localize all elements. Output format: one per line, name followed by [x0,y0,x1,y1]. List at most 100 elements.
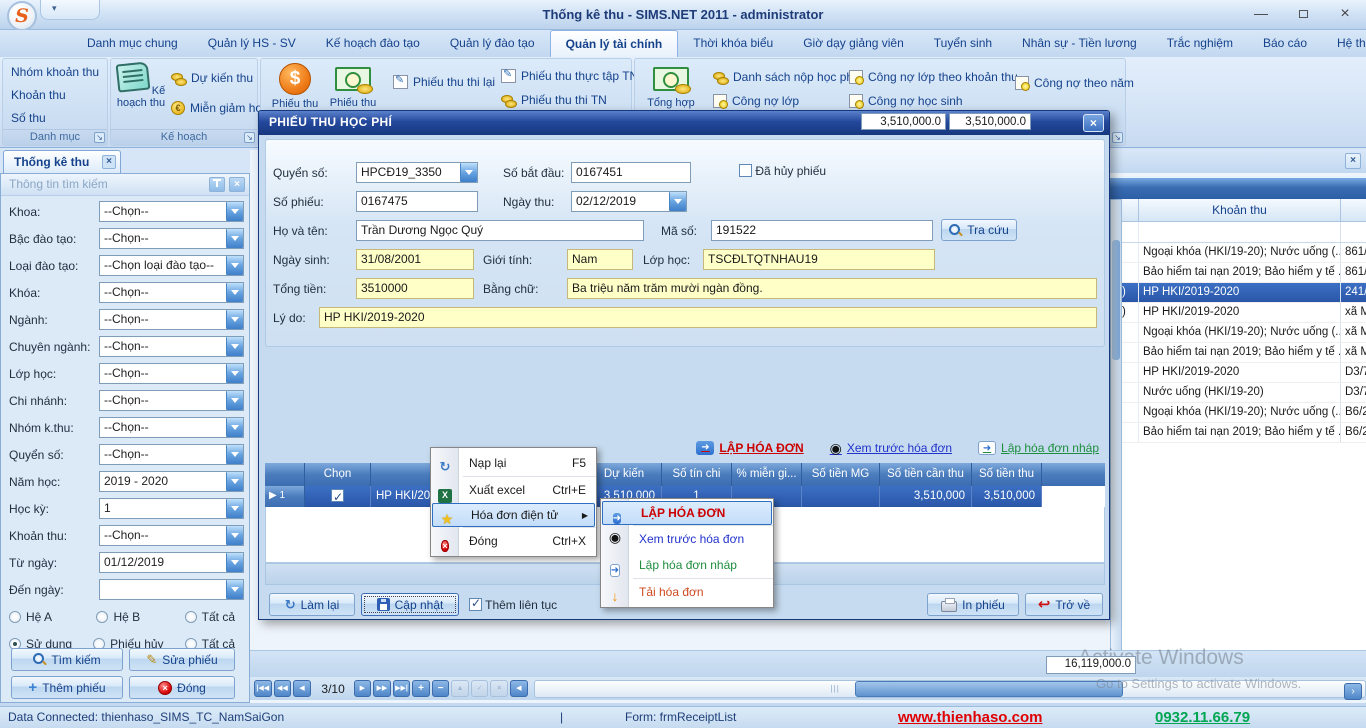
edit-row-icon[interactable]: ▲ [451,680,469,697]
tab-gio-day-giang-vien[interactable]: Giờ dạy giảng viên [788,30,919,57]
tab-danh-muc-chung[interactable]: Danh mục chung [72,30,193,57]
radio-tat-ca-1[interactable]: Tất cả [185,610,235,624]
chuyen-nganh-select[interactable]: --Chọn-- [99,336,244,357]
chevron-down-icon[interactable] [226,418,243,437]
tab-he-thong[interactable]: Hệ thống [1322,30,1366,57]
nhom-kthu-select[interactable]: --Chọn-- [99,417,244,438]
ribbon-item-so-thu[interactable]: Số thu [11,111,46,125]
tab-thong-ke-thu[interactable]: Thống kê thu × [3,150,121,173]
column-header-so-tien-thu[interactable]: Số tiền thu [972,463,1042,486]
tim-kiem-button[interactable]: Tìm kiếm [11,648,123,671]
dong-button[interactable]: ×Đóng [129,676,235,699]
table-row[interactable]: Bảo hiểm tai nạn 2019; Bảo hiểm y tế ...… [1122,343,1366,363]
chevron-down-icon[interactable] [226,526,243,545]
next-group-icon[interactable]: ▶▶ [373,680,391,697]
khoan-thu-select[interactable]: --Chọn-- [99,525,244,546]
lap-hoa-don-nhap-link[interactable]: ➜Lập hóa đơn nháp [978,441,1099,455]
table-row[interactable]: Ngoại khóa (HKI/19-20); Nước uống (...B6… [1122,403,1366,423]
close-button[interactable]: × [1330,4,1360,25]
column-header-so-tin-chi[interactable]: Số tín chi [662,463,732,486]
scrollbar-thumb[interactable] [855,681,1123,697]
splitter-grip-icon[interactable]: ||| [831,684,840,693]
first-page-icon[interactable]: |◀◀ [254,680,272,697]
row-checkbox-cell[interactable] [305,486,371,507]
ribbon-item-cong-no-theo-nam[interactable]: Công nợ theo năm [1015,76,1134,90]
bac-dao-tao-select[interactable]: --Chọn-- [99,228,244,249]
lop-hoc-input[interactable]: TSCĐLTQTNHAU19 [703,249,935,270]
lam-lai-button[interactable]: ↻Làm lại [269,593,355,616]
chevron-down-icon[interactable] [226,310,243,329]
table-row[interactable]: Ngoại khóa (HKI/19-20); Nước uống (...86… [1122,243,1366,263]
vertical-scrollbar[interactable] [1110,199,1122,651]
chevron-down-icon[interactable] [226,391,243,410]
nganh-select[interactable]: --Chọn-- [99,309,244,330]
ho-ten-input[interactable]: Trần Dương Ngọc Quý [356,220,644,241]
in-phieu-button[interactable]: In phiếu [927,593,1019,616]
table-row[interactable]: Bảo hiểm tai nạn 2019; Bảo hiểm y tế ...… [1122,263,1366,283]
prev-group-icon[interactable]: ◀◀ [274,680,292,697]
ribbon-item-khoan-thu[interactable]: Khoản thu [11,88,66,102]
ribbon-item-phieu-thu-thi-lai[interactable]: Phiếu thu thi lại [393,75,495,89]
tu-ngay-datepicker[interactable]: 01/12/2019 [99,552,244,573]
checkbox-icon[interactable] [331,489,344,502]
ribbon-button-phieu-thu[interactable]: $ Phiếu thu [267,63,323,110]
table-row[interactable]: Nước uống (HKI/19-20)D3/7 [1122,383,1366,403]
hoc-ky-select[interactable]: 1 [99,498,244,519]
xem-truoc-hoa-don-link[interactable]: ◉Xem trước hóa đơn [830,441,952,455]
nam-hoc-select[interactable]: 2019 - 2020 [99,471,244,492]
next-page-icon[interactable]: ▶ [354,680,372,697]
ngay-thu-datepicker[interactable]: 02/12/2019 [571,191,687,212]
chevron-down-icon[interactable] [460,163,477,182]
chevron-down-icon[interactable] [226,499,243,518]
last-page-icon[interactable]: ▶▶| [393,680,411,697]
da-huy-phieu-checkbox[interactable]: Đã hủy phiếu [739,163,826,183]
tab-quan-ly-tai-chinh[interactable]: Quản lý tài chính [550,30,679,57]
submenu-item-lap-hoa-don-nhap[interactable]: ➜ Lập hóa đơn nháp [601,552,773,578]
chevron-down-icon[interactable] [226,445,243,464]
tab-bao-cao[interactable]: Báo cáo [1248,30,1322,57]
dialog-close-icon[interactable]: × [1083,114,1104,132]
chevron-down-icon[interactable] [226,337,243,356]
ribbon-button-ke-hoach-thu[interactable]: Kế hoạch thu [113,63,169,109]
radio-he-b[interactable]: Hệ B [96,610,140,624]
ma-so-input[interactable]: 191522 [711,220,933,241]
table-row-selected[interactable]: )HP HKI/2019-2020241/ [1122,283,1366,303]
pin-icon[interactable] [209,177,225,192]
bang-chu-input[interactable]: Ba triệu năm trăm mười ngàn đồng. [567,278,1097,299]
add-row-icon[interactable]: + [412,680,430,697]
ribbon-item-nhom-khoan-thu[interactable]: Nhóm khoản thu [11,65,99,79]
chevron-down-icon[interactable] [226,472,243,491]
so-bat-dau-input[interactable]: 0167451 [571,162,691,183]
ly-do-input[interactable]: HP HKI/2019-2020 [319,307,1097,328]
ribbon-item-cong-no-lop-theo-khoan-thu[interactable]: Công nợ lớp theo khoản thu [849,70,1018,84]
prev-page-icon[interactable]: ◀ [293,680,311,697]
quyen-so-select[interactable]: --Chọn-- [99,444,244,465]
tab-nhan-su-tien-luong[interactable]: Nhân sự - Tiền lương [1007,30,1152,57]
lop-hoc-select[interactable]: --Chọn-- [99,363,244,384]
table-row[interactable]: HP HKI/2019-2020D3/7 [1122,363,1366,383]
table-row[interactable]: Bảo hiểm tai nạn 2019; Bảo hiểm y tế ...… [1122,423,1366,443]
scrollbar-thumb[interactable] [1112,240,1120,360]
tab-quan-ly-hs-sv[interactable]: Quản lý HS - SV [193,30,311,57]
close-tab-icon[interactable]: × [102,155,116,169]
them-lien-tuc-checkbox[interactable]: Thêm liên tục [469,597,557,617]
ribbon-item-danh-sach-nop-hoc-phi[interactable]: Danh sách nộp học phí [713,70,856,84]
ribbon-item-phieu-thu-thuc-tap-tn[interactable]: Phiếu thu thực tập TN [501,69,638,83]
cancel-icon[interactable]: × [490,680,508,697]
cap-nhat-button[interactable]: Cập nhật [361,593,459,616]
phone-number[interactable]: 0932.11.66.79 [1155,707,1250,728]
group-launcher-icon[interactable]: ↘ [94,132,105,143]
ngay-sinh-input[interactable]: 31/08/2001 [356,249,474,270]
khoa-select[interactable]: --Chọn-- [99,201,244,222]
group-launcher-icon[interactable]: ↘ [244,132,255,143]
delete-row-icon[interactable]: − [432,680,450,697]
tong-tien-input[interactable]: 3510000 [356,278,474,299]
minimize-button[interactable]: — [1246,4,1276,25]
chevron-down-icon[interactable] [226,283,243,302]
ribbon-item-cong-no-lop[interactable]: Công nợ lớp [713,94,799,108]
tab-trac-nghiem[interactable]: Trắc nghiệm [1152,30,1248,57]
menu-item-xuat-excel[interactable]: X Xuất excel Ctrl+E [431,477,596,503]
menu-item-nap-lai[interactable]: ↻ Nạp lại F5 [431,450,596,476]
table-row[interactable]: Ngoại khóa (HKI/19-20); Nước uống (...xã… [1122,323,1366,343]
chevron-down-icon[interactable] [226,553,243,572]
